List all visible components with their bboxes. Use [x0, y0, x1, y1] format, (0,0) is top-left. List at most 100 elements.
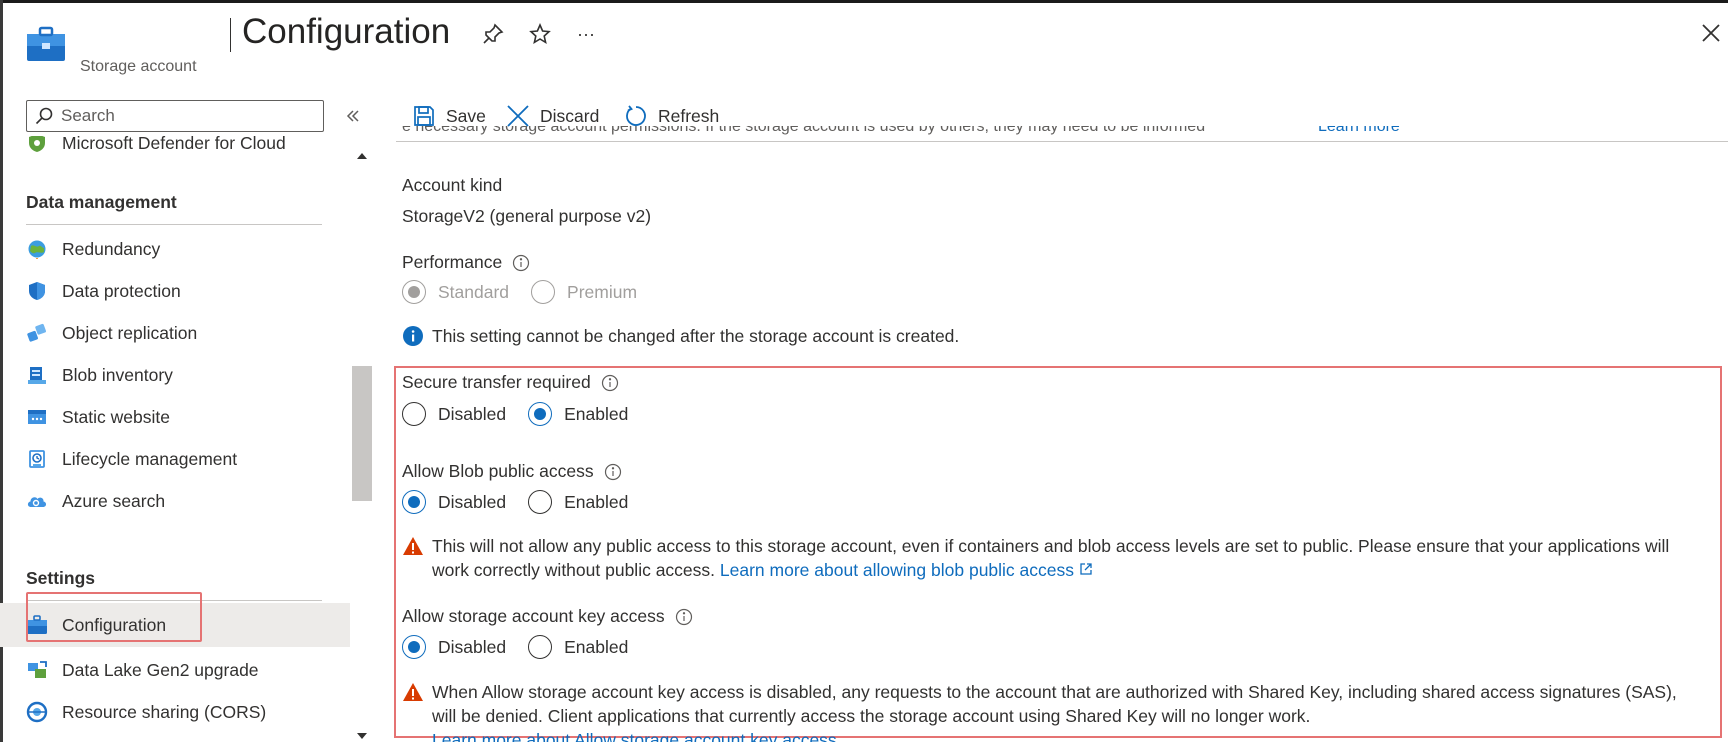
secure-transfer-disabled-radio[interactable]: [402, 402, 426, 426]
secure-transfer-label: Secure transfer required: [402, 372, 619, 393]
sidebar-item-azure-search[interactable]: Azure search: [0, 480, 350, 522]
clipped-learn-more-link[interactable]: Learn more: [1318, 126, 1400, 140]
blob-public-access-enabled-radio[interactable]: [528, 490, 553, 514]
performance-label: Performance: [402, 252, 530, 273]
blob-public-access-learn-more-link[interactable]: Learn more about allowing blob public ac…: [720, 560, 1074, 580]
info-icon[interactable]: [512, 254, 530, 272]
sidebar-item-redundancy[interactable]: Redundancy: [0, 228, 350, 270]
close-button[interactable]: [1696, 18, 1726, 48]
info-filled-icon: [403, 326, 423, 346]
collapse-sidebar-button[interactable]: [342, 104, 364, 128]
more-options-button[interactable]: ···: [572, 20, 600, 48]
storage-account-icon: [26, 26, 66, 62]
blob-public-access-warning: This will not allow any public access to…: [402, 534, 1669, 582]
favorite-button[interactable]: [526, 20, 554, 48]
pin-icon: [483, 23, 504, 44]
sidebar-item-resource-sharing-cors[interactable]: Resource sharing (CORS): [0, 691, 350, 733]
performance-premium-label: Premium: [567, 281, 638, 302]
performance-standard-radio[interactable]: [402, 280, 426, 304]
double-chevron-left-icon: [346, 110, 359, 122]
discard-label: Discard: [540, 105, 600, 126]
info-icon[interactable]: [601, 374, 619, 392]
secure-transfer-radio-group: Disabled Enabled: [402, 402, 650, 426]
pin-button[interactable]: [479, 20, 507, 48]
key-access-disabled-label: Disabled: [438, 636, 507, 657]
window-top-border: [0, 0, 1728, 3]
sidebar-item-blob-inventory[interactable]: Blob inventory: [0, 354, 350, 396]
blob-public-access-disabled-radio[interactable]: [402, 490, 426, 514]
account-kind-value: StorageV2 (general purpose v2): [402, 206, 652, 226]
performance-radio-group: Standard Premium: [402, 280, 659, 304]
sidebar-item-label: Resource sharing (CORS): [62, 701, 267, 722]
sidebar-nav: Microsoft Defender for Cloud Data manage…: [0, 136, 350, 742]
sidebar-scroll-thumb[interactable]: [352, 366, 372, 501]
sidebar-item-lifecycle-management[interactable]: Lifecycle management: [0, 438, 350, 480]
sidebar-item-label: Redundancy: [62, 238, 161, 259]
info-icon[interactable]: [604, 463, 622, 481]
star-icon: [529, 23, 551, 45]
sidebar-item-static-website[interactable]: Static website: [0, 396, 350, 438]
sidebar-item-data-lake-gen2-upgrade[interactable]: Data Lake Gen2 upgrade: [0, 649, 350, 691]
secure-transfer-enabled-radio[interactable]: [528, 402, 553, 426]
title-separator: [230, 18, 231, 52]
external-link-icon: [1080, 563, 1092, 575]
search-icon: [35, 107, 53, 125]
warning-icon: [403, 683, 423, 701]
more-icon: ···: [577, 23, 595, 44]
inventory-icon: [26, 364, 48, 386]
account-kind-label: Account kind: [402, 175, 503, 195]
search-input[interactable]: [61, 106, 311, 126]
key-access-label: Allow storage account key access: [402, 606, 693, 627]
info-icon[interactable]: [675, 608, 693, 626]
website-icon: [26, 406, 48, 428]
sidebar-item-label: Object replication: [62, 322, 198, 343]
secure-transfer-disabled-label: Disabled: [438, 403, 507, 424]
sidebar-item-label: Lifecycle management: [62, 448, 238, 469]
data-lake-icon: [26, 659, 48, 681]
performance-standard-label: Standard: [438, 281, 510, 302]
discard-icon: [507, 105, 529, 127]
page-title: Configuration: [242, 12, 451, 51]
search-box[interactable]: [26, 100, 324, 132]
scroll-up-icon: [357, 153, 367, 159]
shield-icon: [26, 280, 48, 302]
sidebar-item-object-replication[interactable]: Object replication: [0, 312, 350, 354]
sidebar-item-label: Azure search: [62, 490, 166, 511]
warning-icon: [403, 537, 423, 555]
performance-info-note: This setting cannot be changed after the…: [402, 324, 959, 348]
key-access-radio-group: Disabled Enabled: [402, 635, 650, 659]
key-access-disabled-radio[interactable]: [402, 635, 426, 659]
lifecycle-icon: [26, 448, 48, 470]
sidebar-item-label: Data protection: [62, 280, 181, 301]
sidebar-item-label: Microsoft Defender for Cloud: [62, 136, 286, 153]
resource-type-label: Storage account: [80, 58, 197, 75]
blob-public-access-enabled-label: Enabled: [564, 491, 629, 512]
sidebar-item-label: Data Lake Gen2 upgrade: [62, 659, 259, 680]
scroll-down-icon: [357, 733, 367, 739]
save-label: Save: [446, 105, 486, 126]
blob-public-access-disabled-label: Disabled: [438, 491, 507, 512]
refresh-label: Refresh: [658, 105, 720, 126]
performance-premium-radio[interactable]: [531, 280, 556, 304]
toolbar-divider: [396, 141, 1728, 142]
cors-icon: [26, 701, 48, 723]
key-access-learn-more-link[interactable]: Learn more about Allow storage account k…: [432, 730, 837, 742]
replication-icon: [26, 322, 48, 344]
key-access-enabled-radio[interactable]: [528, 635, 553, 659]
close-icon: [1702, 24, 1720, 42]
refresh-icon: [626, 105, 646, 126]
group-data-management: Data management: [26, 192, 177, 212]
configuration-highlight: [26, 592, 202, 642]
key-access-enabled-label: Enabled: [564, 636, 629, 657]
sidebar-item-label: Blob inventory: [62, 364, 173, 385]
clipped-description-text: e necessary storage account permissions.…: [402, 126, 1206, 135]
blob-public-access-radio-group: Disabled Enabled: [402, 490, 650, 514]
group-settings: Settings: [26, 568, 96, 588]
save-icon: [414, 106, 434, 126]
sidebar-item-defender[interactable]: Microsoft Defender for Cloud: [0, 136, 350, 164]
sidebar-item-label: Static website: [62, 406, 170, 427]
globe-icon: [26, 238, 48, 260]
group-divider: [26, 224, 322, 225]
secure-transfer-enabled-label: Enabled: [564, 403, 629, 424]
sidebar-item-data-protection[interactable]: Data protection: [0, 270, 350, 312]
